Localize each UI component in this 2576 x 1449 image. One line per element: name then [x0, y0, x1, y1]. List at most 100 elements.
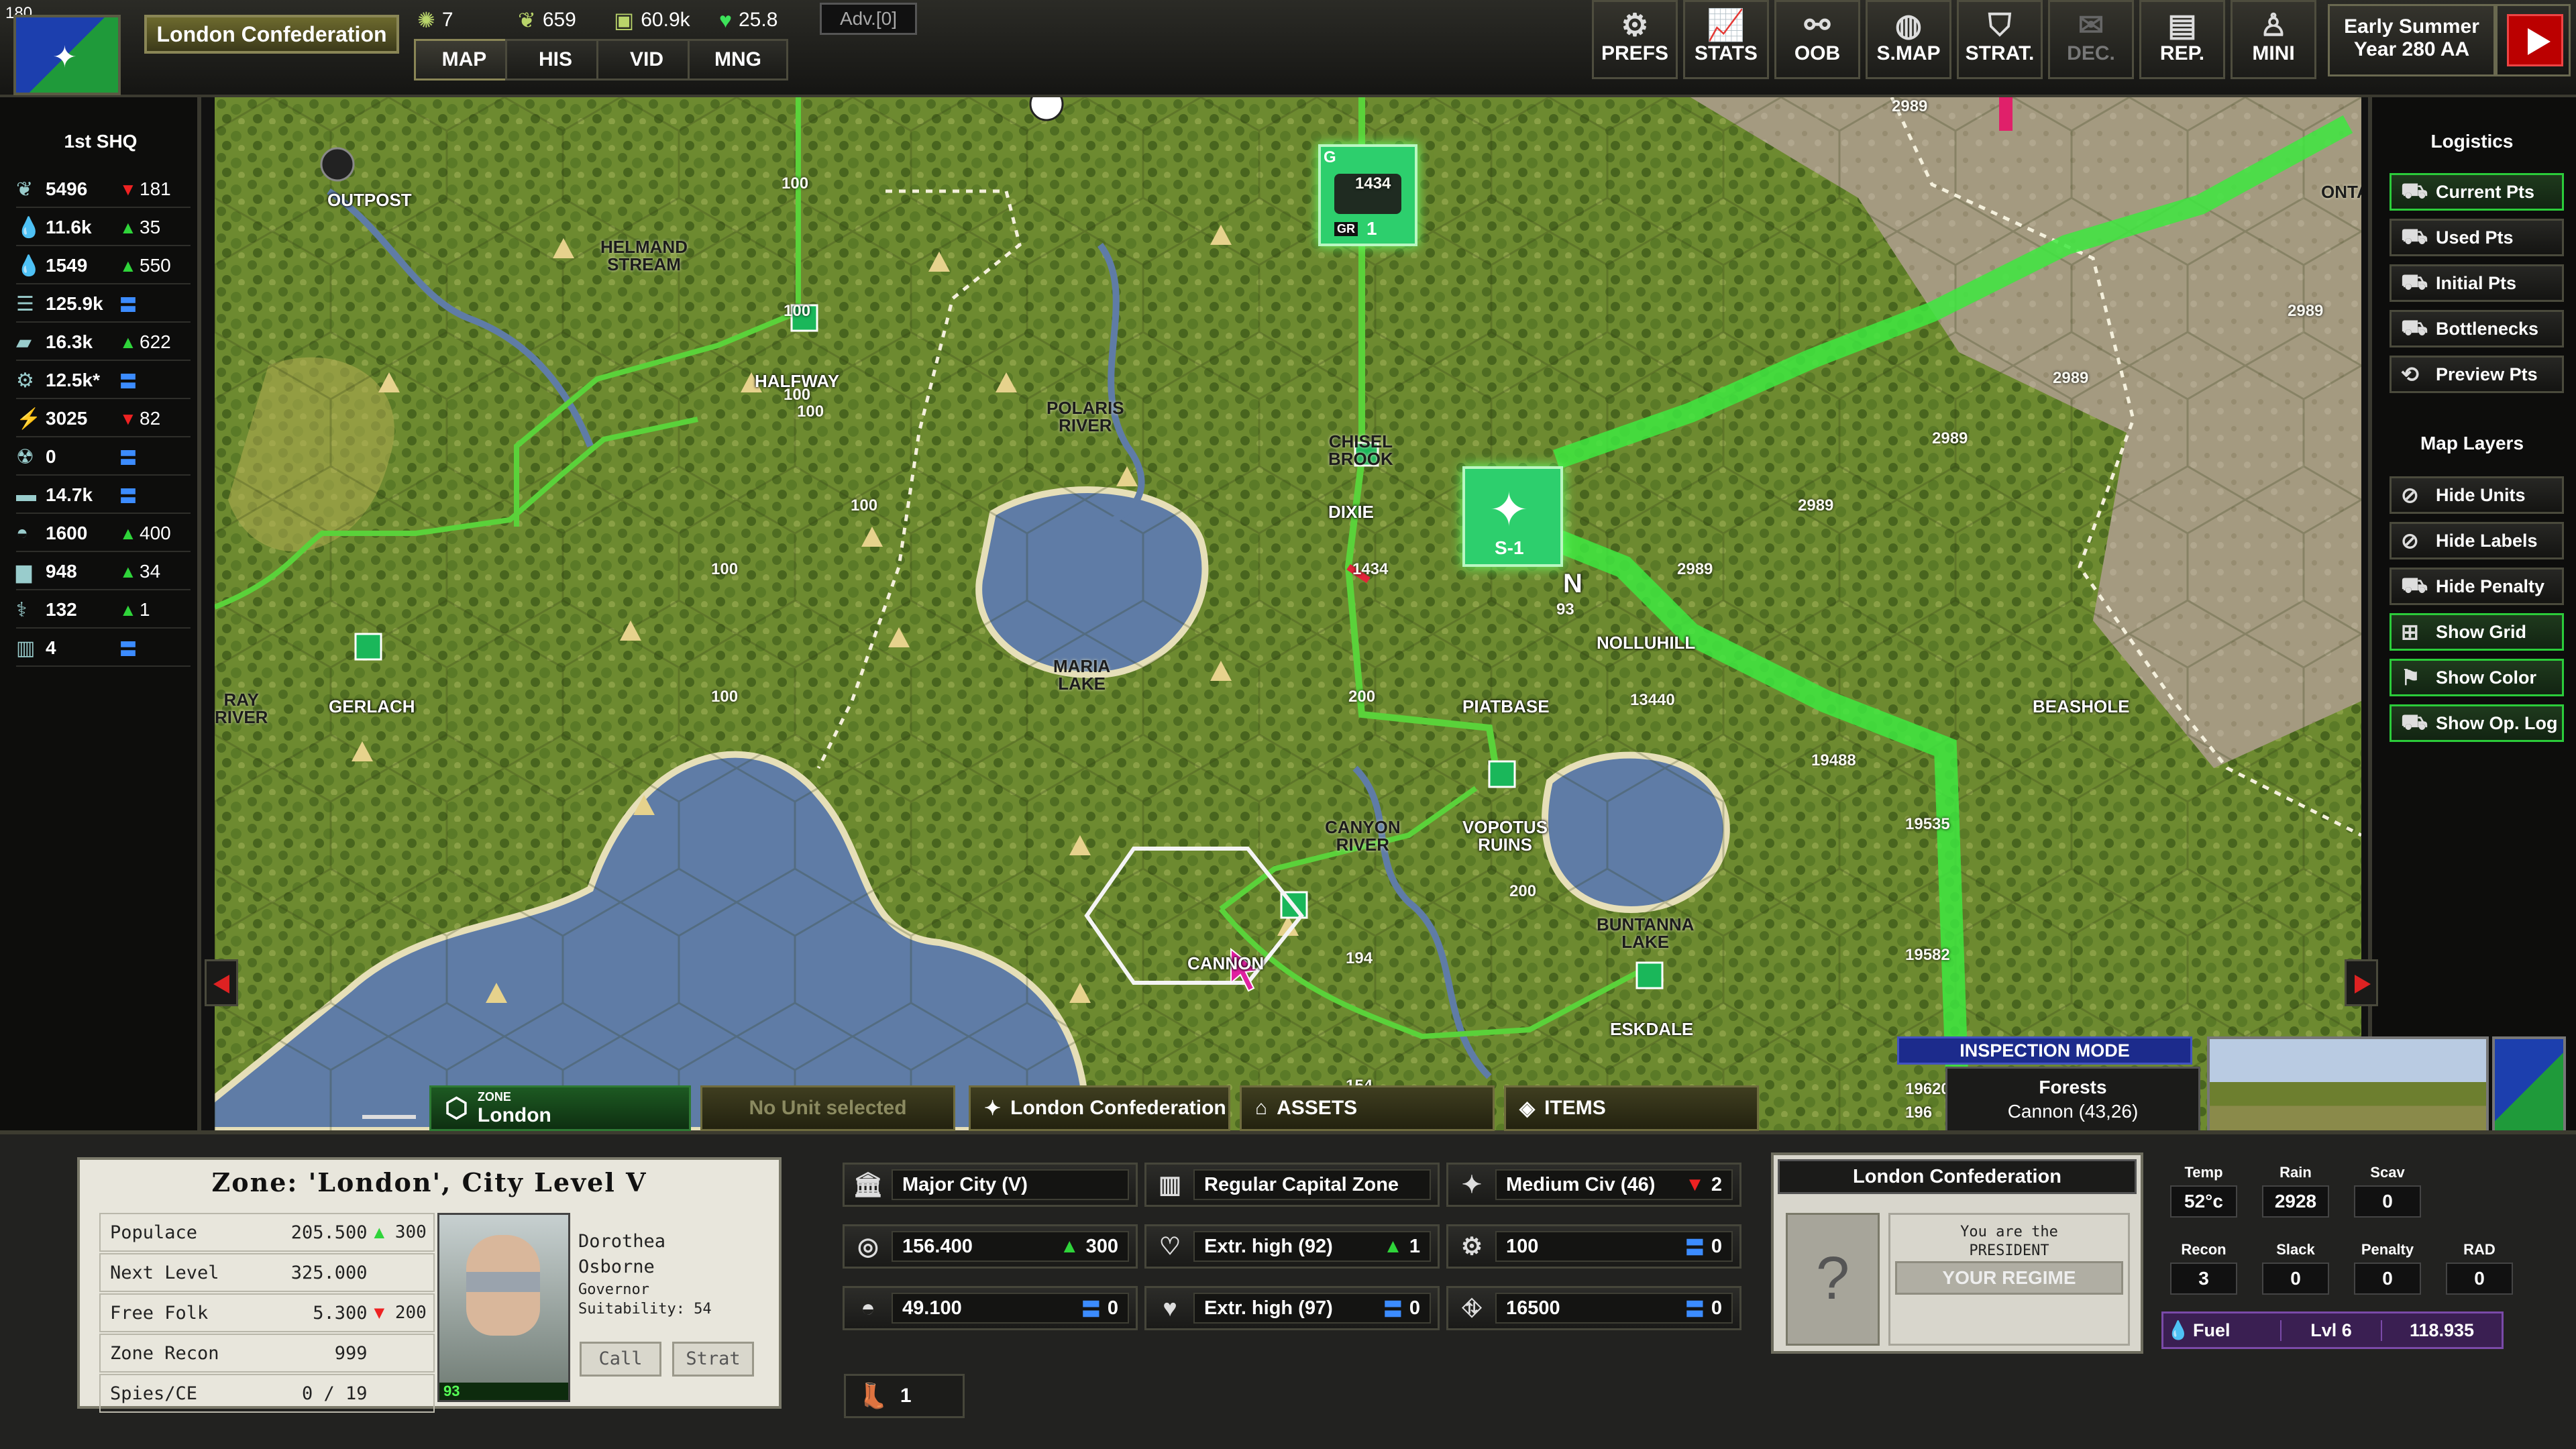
resource-row[interactable]: ▬ 14.7k 〓 — [16, 478, 191, 514]
regime-line1: You are the — [1960, 1224, 2058, 1240]
strategy-button[interactable]: ⛉ STRAT. — [1957, 0, 2043, 79]
zone-tab[interactable]: ⬡ ZONE London — [429, 1085, 691, 1131]
resource-row[interactable]: ☢ 0 〓 — [16, 439, 191, 476]
button-label: Used Pts — [2436, 227, 2514, 248]
resource-value: 1600 — [46, 523, 88, 543]
season-name: Early Summer — [2344, 15, 2479, 38]
trend-icon: ▼ — [374, 1303, 395, 1323]
map-view[interactable]: G GR 1 ✦ S-1 OUTPOST HELMAND STREAM HALFWA… — [215, 97, 2361, 1130]
unit-tag: G — [1324, 148, 1336, 166]
tab-map[interactable]: MAP — [414, 39, 515, 80]
attribute-delta: ▲ 300 — [1060, 1236, 1118, 1258]
grid-icon: ⊞ — [2401, 620, 2419, 644]
logistics-initial-pts-button[interactable]: ⛟ Initial Pts — [2390, 264, 2564, 302]
layer-hide-penalty-button[interactable]: ⛟ Hide Penalty — [2390, 568, 2564, 605]
oob-button[interactable]: ⚯ OOB — [1774, 0, 1860, 79]
zone-attribute[interactable]: ⚙ 100 〓 0 — [1446, 1224, 1741, 1269]
weather-value: 0 — [2446, 1263, 2513, 1295]
resource-row[interactable]: 💧 1549 ▲ 550 — [16, 248, 191, 284]
zone-attribute[interactable]: ♥ Extr. high (97) 〓 0 — [1144, 1286, 1440, 1330]
resource-row[interactable]: 💧 11.6k ▲ 35 — [16, 210, 191, 246]
resource-row[interactable]: ▰ 16.3k ▲ 622 — [16, 325, 191, 361]
resource-row[interactable]: ◓ 1600 ▲ 400 — [16, 516, 191, 552]
resource-row[interactable]: ▆ 948 ▲ 34 — [16, 554, 191, 590]
city-eskdale[interactable] — [1635, 961, 1664, 989]
your-regime-button[interactable]: YOUR REGIME — [1895, 1261, 2123, 1295]
zone-stat-value: 205.500 — [290, 1222, 368, 1243]
resource-row[interactable]: ▥ 4 〓 — [16, 631, 191, 667]
mini-button[interactable]: ♙ MINI — [2231, 0, 2316, 79]
zone-attribute[interactable]: 🏛 Major City (V) — [843, 1163, 1138, 1207]
zone-attribute[interactable]: ◓ 49.100 〓 0 — [843, 1286, 1138, 1330]
zone-attribute[interactable]: ✦ Medium Civ (46) ▼ 2 — [1446, 1163, 1741, 1207]
layer-hide-units-button[interactable]: ⊘ Hide Units — [2390, 476, 2564, 514]
attribute-field: Regular Capital Zone — [1193, 1169, 1431, 1200]
map-label-london: N — [1563, 569, 1582, 598]
strat-button[interactable]: Strat — [672, 1342, 754, 1377]
zone-attribute[interactable]: ▥ Regular Capital Zone — [1144, 1163, 1440, 1207]
advice-button[interactable]: Adv.[0] — [820, 3, 917, 35]
boot-counter[interactable]: 👢 1 — [844, 1374, 965, 1418]
delta-value: 2 — [1711, 1173, 1722, 1195]
resource-row[interactable]: ❦ 5496 ▼ 181 — [16, 172, 191, 208]
tab-management[interactable]: MNG — [688, 39, 788, 80]
logistics-used-pts-button[interactable]: ⛟ Used Pts — [2390, 219, 2564, 256]
route-capacity-label: 19535 — [1905, 815, 1950, 833]
logistics-preview-pts-button[interactable]: ⟲ Preview Pts — [2390, 356, 2564, 393]
tab-history[interactable]: HIS — [505, 39, 606, 80]
governor-portrait[interactable]: 93 — [437, 1213, 570, 1402]
play-icon — [2507, 14, 2563, 66]
hq-title[interactable]: 1st SHQ — [0, 131, 201, 152]
items-tab[interactable]: ◈ ITEMS — [1504, 1085, 1759, 1131]
layer-hide-labels-button[interactable]: ⊘ Hide Labels — [2390, 522, 2564, 559]
city-icon: 🏛 — [853, 1171, 883, 1198]
prefs-button[interactable]: ⚙ PREFS — [1592, 0, 1678, 79]
strategic-map-button[interactable]: ◍ S.MAP — [1866, 0, 1951, 79]
layer-show-color-button[interactable]: ⚑ Show Color — [2390, 659, 2564, 696]
decisions-button[interactable]: ✉ DEC. — [2048, 0, 2134, 79]
assets-tab[interactable]: ⌂ ASSETS — [1240, 1085, 1495, 1131]
fuel-level: Lvl 6 — [2280, 1320, 2381, 1341]
season-display: Early Summer Year 280 AA — [2328, 4, 2496, 76]
resource-row[interactable]: ☰ 125.9k 〓 — [16, 286, 191, 323]
call-button[interactable]: Call — [580, 1342, 661, 1377]
scroll-left-button[interactable] — [205, 959, 238, 1006]
resource-row[interactable]: ⚙ 12.5k* 〓 — [16, 363, 191, 399]
end-turn-button[interactable] — [2496, 4, 2571, 76]
scroll-right-button[interactable] — [2345, 959, 2378, 1006]
attribute-delta: ▲ 1 — [1383, 1236, 1420, 1258]
zone-attribute[interactable]: ⛗ 16500 〓 0 — [1446, 1286, 1741, 1330]
tab-video[interactable]: VID — [596, 39, 697, 80]
unit-marker[interactable] — [1029, 97, 1064, 121]
logistics-bottlenecks-button[interactable]: ⛟ Bottlenecks — [2390, 310, 2564, 347]
logistics-current-pts-button[interactable]: ⛟ Current Pts — [2390, 173, 2564, 211]
faction-name[interactable]: London Confederation — [144, 15, 399, 54]
trend-icon: ▲ — [119, 561, 137, 582]
zone-attribute[interactable]: ◎ 156.400 ▲ 300 — [843, 1224, 1138, 1269]
unit-tab[interactable]: No Unit selected — [700, 1085, 955, 1131]
map-canvas[interactable] — [215, 97, 2361, 1130]
zone-attribute[interactable]: ♡ Extr. high (92) ▲ 1 — [1144, 1224, 1440, 1269]
layer-show-op-log-button[interactable]: ⛟ Show Op. Log — [2390, 704, 2564, 742]
outpost-marker[interactable] — [320, 147, 355, 182]
route-capacity-label: 200 — [1509, 882, 1537, 900]
resource-row[interactable]: ⚕ 132 ▲ 1 — [16, 592, 191, 629]
water-icon: 💧 — [16, 216, 42, 239]
capital-hq-counter[interactable]: ✦ S-1 — [1462, 466, 1563, 567]
enemy-marker[interactable] — [1999, 97, 2012, 131]
layer-show-grid-button[interactable]: ⊞ Show Grid — [2390, 613, 2564, 651]
refresh-icon: ⟲ — [2401, 362, 2419, 386]
leader-unknown-portrait[interactable]: ? — [1786, 1213, 1880, 1346]
sun-icon: ✺ — [417, 8, 435, 32]
city-vopotus[interactable] — [1488, 760, 1516, 788]
resource-row[interactable]: ⚡ 3025 ▼ 82 — [16, 401, 191, 437]
city-gerlach[interactable] — [354, 633, 382, 661]
resource-value: 4 — [46, 637, 56, 658]
report-button[interactable]: ▤ REP. — [2139, 0, 2225, 79]
zone-stat-value: 325.000 — [290, 1262, 368, 1283]
stats-button[interactable]: 📈 STATS — [1683, 0, 1769, 79]
button-label: Hide Labels — [2436, 530, 2538, 551]
tank-unit-counter[interactable]: G GR 1 — [1318, 144, 1417, 246]
faction-tab[interactable]: ✦ London Confederation — [969, 1085, 1230, 1131]
attribute-field: 16500 〓 0 — [1495, 1293, 1733, 1324]
